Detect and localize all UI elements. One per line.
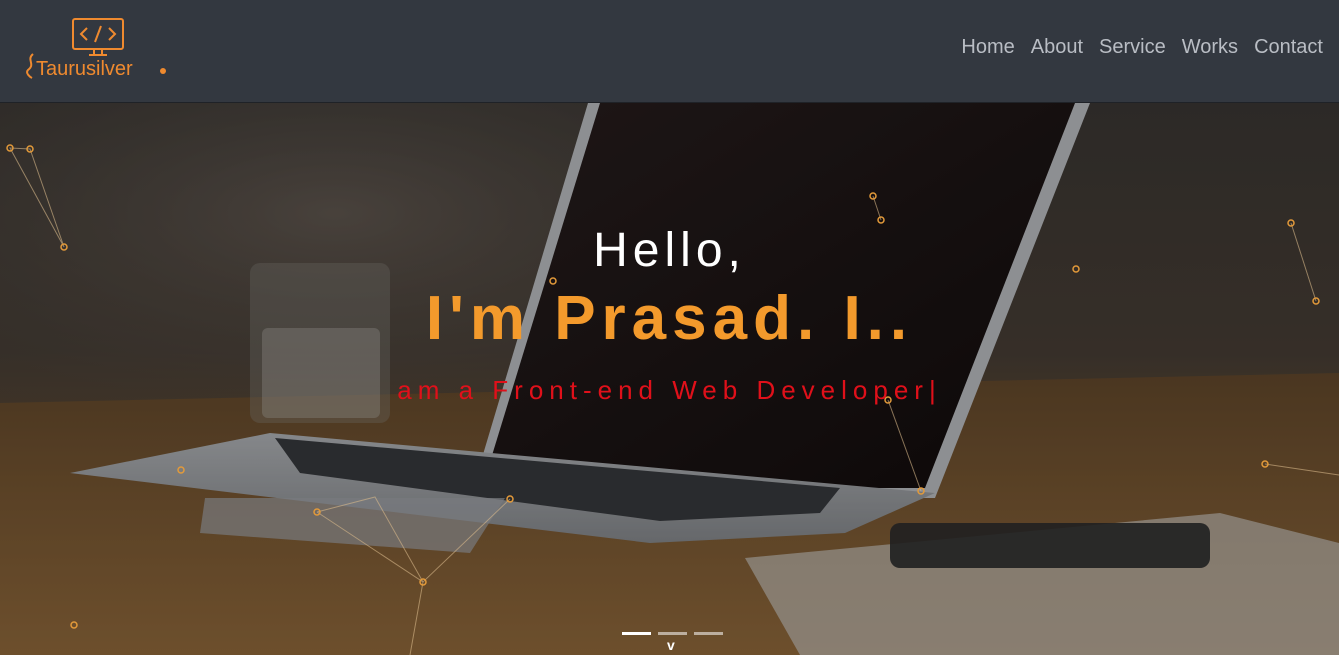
navbar: Taurusilver Home About Service Works Con… bbox=[0, 0, 1339, 103]
typing-caret: | bbox=[928, 375, 942, 405]
hero-subline-wrapper: am a Front-end Web Developer| bbox=[0, 375, 1339, 406]
carousel-indicators bbox=[622, 632, 723, 635]
brand-name: Taurusilver bbox=[36, 58, 133, 80]
main-nav: Home About Service Works Contact bbox=[961, 36, 1323, 59]
hero-section: Hello, I'm Prasad. I.. am a Front-end We… bbox=[0, 103, 1339, 655]
carousel-indicator-2[interactable] bbox=[658, 632, 687, 635]
hero-greeting: Hello, bbox=[593, 224, 746, 277]
carousel-indicator-3[interactable] bbox=[694, 632, 723, 635]
hero-headline: I'm Prasad. I.. bbox=[425, 284, 914, 353]
scroll-down-icon[interactable]: v bbox=[667, 637, 675, 653]
brand-logo[interactable]: Taurusilver bbox=[24, 18, 174, 84]
carousel-indicator-1[interactable] bbox=[622, 632, 651, 635]
nav-contact[interactable]: Contact bbox=[1254, 36, 1323, 59]
nav-about[interactable]: About bbox=[1031, 36, 1083, 59]
nav-home[interactable]: Home bbox=[961, 36, 1014, 59]
code-monitor-icon bbox=[72, 18, 124, 56]
nav-service[interactable]: Service bbox=[1099, 36, 1166, 59]
brand-dot bbox=[160, 68, 166, 74]
hero-subline: am a Front-end Web Developer bbox=[397, 375, 929, 405]
nav-works[interactable]: Works bbox=[1182, 36, 1238, 59]
